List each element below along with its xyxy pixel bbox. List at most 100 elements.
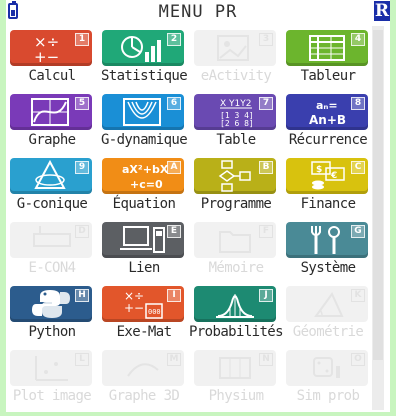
memory-icon: F xyxy=(194,222,276,258)
app-key-badge: F xyxy=(259,225,273,238)
calcul-icon: ×÷ +− 1 xyxy=(10,30,92,66)
physium-icon: N xyxy=(194,350,276,386)
app-graphe[interactable]: 5 Graphe xyxy=(6,90,98,154)
geometry-icon: K xyxy=(286,286,368,322)
table-icon: X Y1Y2 [1 3 4] [2 6 8] 7 xyxy=(194,94,276,130)
app-key-badge: 5 xyxy=(75,97,89,110)
app-g-dynamique[interactable]: 6 G-dynamique xyxy=(98,90,190,154)
app-recurrence[interactable]: aₙ= An+B 8 Récurrence xyxy=(282,90,374,154)
app-programme[interactable]: B Programme xyxy=(190,154,282,218)
app-memoire[interactable]: F Mémoire xyxy=(190,218,282,282)
app-label: Plot image xyxy=(12,388,92,404)
app-tableur[interactable]: 4 Tableur xyxy=(282,26,374,90)
svg-text:[2 6 8]: [2 6 8] xyxy=(220,119,254,128)
svg-text:$: $ xyxy=(316,165,322,175)
python-icon: H xyxy=(10,286,92,322)
program-icon: B xyxy=(194,158,276,194)
recurrence-glyph-line1: aₙ= xyxy=(316,99,338,112)
app-label: Système xyxy=(300,260,356,276)
app-physium[interactable]: N Physium xyxy=(190,346,282,410)
app-calcul[interactable]: ×÷ +− 1 Calcul xyxy=(6,26,98,90)
app-plot-image[interactable]: L Plot image xyxy=(6,346,98,410)
equation-glyph-line1: aX²+bX xyxy=(122,163,169,176)
app-key-badge: O xyxy=(351,353,365,366)
dice-icon: O xyxy=(286,350,368,386)
app-key-badge: M xyxy=(167,353,181,366)
equation-icon: aX²+bX +c=0 A xyxy=(102,158,184,194)
app-statistique[interactable]: 2 Statistique xyxy=(98,26,190,90)
scrollbar[interactable] xyxy=(372,26,384,410)
equation-glyph-line2: +c=0 xyxy=(130,178,163,191)
app-label: E-CON4 xyxy=(28,260,77,276)
app-label: Physium xyxy=(208,388,264,404)
app-label: Python xyxy=(28,324,77,340)
app-probabilites[interactable]: J Probabilités xyxy=(189,282,284,346)
app-python[interactable]: H Python xyxy=(6,282,98,346)
system-icon: G xyxy=(286,222,368,258)
mode-badge: R xyxy=(374,1,390,21)
app-key-badge: C xyxy=(351,161,365,174)
app-key-badge: 1 xyxy=(75,33,89,46)
app-label: Programme xyxy=(200,196,272,212)
svg-text:000: 000 xyxy=(148,308,161,316)
app-label: Statistique xyxy=(100,68,188,84)
app-key-badge: 2 xyxy=(167,33,181,46)
app-key-badge: D xyxy=(75,225,89,238)
svg-text:€: € xyxy=(330,171,337,181)
app-key-badge: 7 xyxy=(259,97,273,110)
app-label: G-conique xyxy=(16,196,88,212)
app-key-badge: 9 xyxy=(75,161,89,174)
graph-icon: 5 xyxy=(10,94,92,130)
app-label: Table xyxy=(216,132,256,148)
app-key-badge: H xyxy=(75,289,89,302)
svg-text:+−: +− xyxy=(124,301,144,315)
app-sim-prob[interactable]: O Sim prob xyxy=(282,346,374,410)
app-key-badge: J xyxy=(259,289,273,302)
app-label: Géométrie xyxy=(292,324,364,340)
app-label: Probabilités xyxy=(189,324,284,340)
app-label: G-dynamique xyxy=(100,132,188,148)
app-key-badge: A xyxy=(167,161,181,174)
app-key-badge: 4 xyxy=(351,33,365,46)
app-exe-mat[interactable]: ×÷ +− 000 I Exe-Mat xyxy=(98,282,190,346)
app-key-badge: 3 xyxy=(259,33,273,46)
dynamic-graph-icon: 6 xyxy=(102,94,184,130)
app-finance[interactable]: $ € C Finance xyxy=(282,154,374,218)
app-eactivity[interactable]: 3 eActivity xyxy=(190,26,282,90)
matrix-icon: ×÷ +− 000 I xyxy=(102,286,184,322)
app-geometrie[interactable]: K Géométrie xyxy=(282,282,374,346)
app-label: Exe-Mat xyxy=(116,324,172,340)
finance-icon: $ € C xyxy=(286,158,368,194)
app-graphe-3d[interactable]: M Graphe 3D xyxy=(98,346,190,410)
app-key-badge: 6 xyxy=(167,97,181,110)
plot-image-icon: L xyxy=(10,350,92,386)
app-equation[interactable]: aX²+bX +c=0 A Équation xyxy=(98,154,190,218)
recurrence-icon: aₙ= An+B 8 xyxy=(286,94,368,130)
svg-text:+−: +− xyxy=(34,48,59,66)
app-table[interactable]: X Y1Y2 [1 3 4] [2 6 8] 7 Table xyxy=(190,90,282,154)
app-label: Tableur xyxy=(300,68,356,84)
link-icon: E xyxy=(102,222,184,258)
menu-panel: MENU PR R ×÷ +− 1 Calcul 2 Statistique 3… xyxy=(6,0,390,412)
app-label: Équation xyxy=(112,196,176,212)
app-key-badge: G xyxy=(351,225,365,238)
app-key-badge: E xyxy=(167,225,181,238)
app-e-con4[interactable]: D E-CON4 xyxy=(6,218,98,282)
app-g-conique[interactable]: 9 G-conique xyxy=(6,154,98,218)
eactivity-icon: 3 xyxy=(194,30,276,66)
app-label: Graphe 3D xyxy=(108,388,180,404)
scrollbar-thumb[interactable] xyxy=(373,30,383,360)
app-systeme[interactable]: G Système xyxy=(282,218,374,282)
app-lien[interactable]: E Lien xyxy=(98,218,190,282)
app-label: Finance xyxy=(300,196,356,212)
app-key-badge: N xyxy=(259,353,273,366)
app-key-badge: L xyxy=(75,353,89,366)
menu-title: MENU PR xyxy=(158,2,238,22)
econ-icon: D xyxy=(10,222,92,258)
app-label: Récurrence xyxy=(288,132,368,148)
app-key-badge: 8 xyxy=(351,97,365,110)
statistics-icon: 2 xyxy=(102,30,184,66)
app-key-badge: K xyxy=(351,289,365,302)
app-grid: ×÷+− 1 Calcul 2 Statistique 3 eActivity xyxy=(6,26,372,412)
spreadsheet-icon: 4 xyxy=(286,30,368,66)
